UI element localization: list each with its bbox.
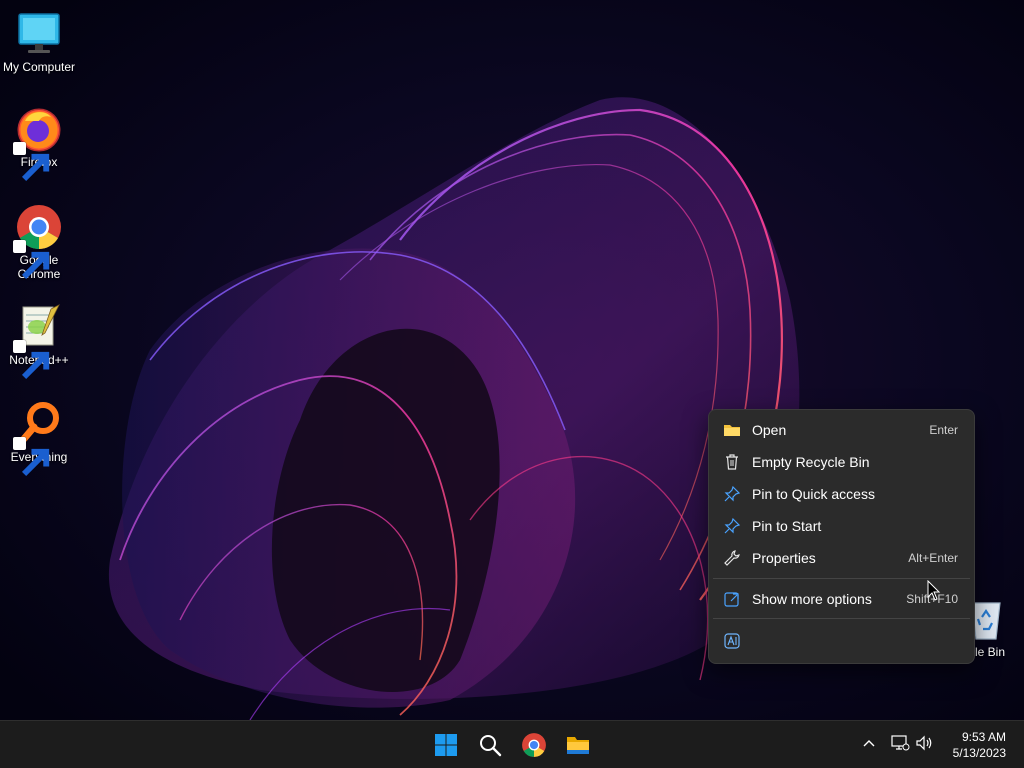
context-menu: Open Enter Empty Recycle Bin Pin to Quic… bbox=[708, 409, 975, 664]
taskbar-clock[interactable]: 9:53 AM 5/13/2023 bbox=[953, 729, 1006, 761]
magnifier-icon bbox=[13, 400, 63, 477]
monitor-icon bbox=[15, 10, 63, 58]
desktop-icon-notepad-plus-plus[interactable]: Notepad++ bbox=[0, 303, 78, 380]
menu-item-label: Open bbox=[752, 422, 787, 438]
menu-item-label: Empty Recycle Bin bbox=[752, 454, 870, 470]
search-button[interactable] bbox=[470, 725, 510, 765]
desktop-icon-everything[interactable]: Everything bbox=[0, 400, 78, 477]
menu-item-empty-recycle-bin[interactable]: Empty Recycle Bin bbox=[713, 447, 970, 477]
menu-separator bbox=[713, 578, 970, 579]
chrome-icon bbox=[522, 733, 546, 757]
chrome-taskbar-button[interactable] bbox=[514, 725, 554, 765]
chrome-icon bbox=[13, 203, 63, 280]
shortcut-arrow-icon bbox=[13, 340, 50, 380]
windows-logo-icon bbox=[435, 734, 457, 756]
network-button[interactable] bbox=[890, 733, 912, 755]
taskbar: 9:53 AM 5/13/2023 bbox=[0, 720, 1024, 768]
menu-item-shortcut: Enter bbox=[929, 423, 958, 437]
chevron-up-icon bbox=[863, 740, 875, 747]
menu-item-pin-to-quick-access[interactable]: Pin to Quick access bbox=[713, 479, 970, 509]
menu-item-ai-assist[interactable] bbox=[713, 626, 753, 656]
menu-item-label: Pin to Quick access bbox=[752, 486, 875, 502]
desktop-icon-my-computer[interactable]: My Computer bbox=[0, 10, 78, 74]
menu-item-label: Properties bbox=[752, 550, 816, 566]
shortcut-arrow-icon bbox=[13, 142, 50, 182]
show-hidden-icons-button[interactable] bbox=[859, 733, 881, 755]
folder-icon bbox=[567, 737, 589, 754]
clock-time: 9:53 AM bbox=[961, 730, 1006, 744]
volume-button[interactable] bbox=[914, 733, 936, 755]
start-button[interactable] bbox=[426, 725, 466, 765]
pin-icon bbox=[723, 517, 741, 535]
clock-date: 5/13/2023 bbox=[952, 746, 1006, 760]
trash-icon bbox=[723, 453, 741, 471]
speaker-icon bbox=[916, 735, 932, 751]
shortcut-arrow-icon bbox=[13, 240, 50, 280]
menu-item-label: Pin to Start bbox=[752, 518, 822, 534]
menu-item-pin-to-start[interactable]: Pin to Start bbox=[713, 511, 970, 541]
mouse-cursor-icon bbox=[927, 580, 941, 601]
menu-separator bbox=[713, 618, 970, 619]
folder-icon bbox=[723, 421, 741, 439]
menu-item-open[interactable]: Open Enter bbox=[713, 415, 970, 445]
desktop-icon-label: My Computer bbox=[2, 60, 76, 74]
firefox-icon bbox=[13, 105, 63, 182]
desktop-icon-firefox[interactable]: Firefox bbox=[0, 105, 78, 182]
shortcut-arrow-icon bbox=[13, 437, 50, 477]
file-explorer-taskbar-button[interactable] bbox=[558, 725, 598, 765]
menu-item-label: Show more options bbox=[752, 591, 872, 607]
search-icon bbox=[480, 735, 502, 757]
notepad-plus-plus-icon bbox=[13, 303, 63, 380]
pin-icon bbox=[723, 485, 741, 503]
network-icon bbox=[891, 735, 910, 751]
external-link-icon bbox=[723, 590, 741, 608]
desktop-icon-google-chrome[interactable]: Google Chrome bbox=[0, 203, 78, 281]
ai-assist-icon bbox=[723, 632, 741, 650]
menu-item-properties[interactable]: Properties Alt+Enter bbox=[713, 543, 970, 573]
menu-item-shortcut: Alt+Enter bbox=[908, 551, 958, 565]
wrench-icon bbox=[723, 549, 741, 567]
